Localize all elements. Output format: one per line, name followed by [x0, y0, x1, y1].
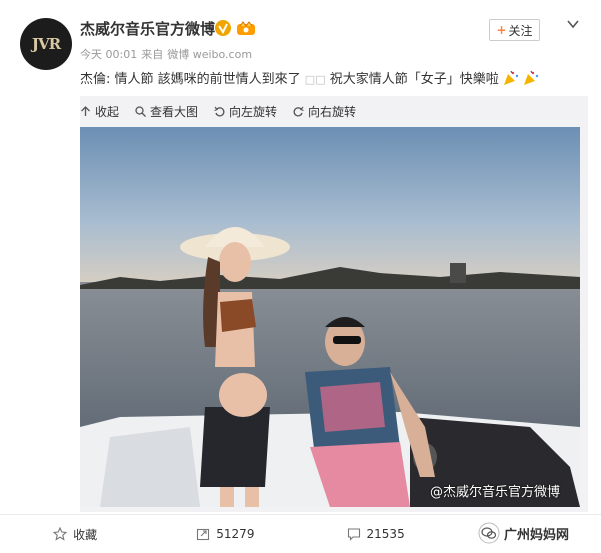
username-link[interactable]: 杰威尔音乐官方微博 [80, 18, 215, 39]
post-source[interactable]: 微博 weibo.com [167, 48, 252, 61]
star-icon [53, 527, 68, 541]
view-large-button[interactable]: 查看大图 [135, 101, 198, 121]
avatar-logo-text: JVR [31, 35, 61, 53]
rotate-left-button[interactable]: 向左旋转 [214, 101, 277, 121]
rotate-left-label: 向左旋转 [229, 104, 278, 119]
collapse-button[interactable]: 收起 [80, 101, 119, 121]
repost-button[interactable]: 51279 [150, 515, 300, 553]
avatar[interactable]: JVR [20, 18, 72, 70]
post-text-part1: 杰倫: 情人節 該媽咪的前世情人到來了 [80, 72, 301, 87]
view-large-label: 查看大图 [150, 104, 199, 119]
arrow-up-icon [81, 105, 90, 116]
follow-button[interactable]: + 关注 [489, 19, 540, 41]
verified-badge-icon [215, 20, 231, 36]
favorite-button[interactable]: 收藏 [0, 515, 150, 553]
comment-count: 21535 [366, 527, 405, 541]
comment-icon [347, 528, 360, 541]
follow-plus-icon: + [496, 23, 507, 37]
post-text: 杰倫: 情人節 該媽咪的前世情人到來了 □□ 祝大家情人節「女子」快樂啦 [80, 68, 539, 87]
missing-glyph-boxes: □□ [304, 73, 326, 86]
photo-image [80, 127, 580, 507]
comment-button[interactable]: 21535 [301, 515, 451, 553]
photo-watermark: @杰威尔音乐官方微博 [430, 485, 561, 500]
party-popper-icon-2 [524, 70, 539, 85]
repost-count: 51279 [216, 527, 255, 541]
post-photo[interactable] [80, 127, 580, 507]
brand-text: 广州妈妈网 [504, 527, 570, 543]
post-text-part2: 祝大家情人節「女子」快樂啦 [329, 72, 499, 87]
collapse-label: 收起 [95, 104, 120, 119]
party-popper-icon [503, 70, 519, 85]
follow-label: 关注 [508, 23, 533, 38]
vip-crown-icon[interactable] [236, 19, 256, 36]
rotate-right-label: 向右旋转 [308, 104, 357, 119]
brand-watermark: 广州妈妈网 [478, 520, 596, 546]
rotate-right-icon [293, 106, 304, 116]
repost-icon [197, 528, 210, 541]
post-time[interactable]: 今天 00:01 [80, 48, 137, 61]
wechat-logo-icon [478, 522, 500, 544]
chevron-down-icon[interactable] [566, 17, 580, 31]
post-meta: 今天 00:01 来自 微博 weibo.com [80, 46, 256, 62]
rotate-left-icon [214, 106, 225, 116]
source-prefix: 来自 [141, 48, 164, 61]
favorite-label: 收藏 [73, 527, 98, 542]
rotate-right-button[interactable]: 向右旋转 [293, 101, 356, 121]
media-toolbar: 收起 查看大图 向左旋转 向右旋转 [80, 101, 372, 121]
weibo-post-card: JVR 杰威尔音乐官方微博 + 关注 今天 00:01 来自 微博 weibo.co… [0, 0, 601, 553]
magnifier-icon [135, 105, 146, 117]
